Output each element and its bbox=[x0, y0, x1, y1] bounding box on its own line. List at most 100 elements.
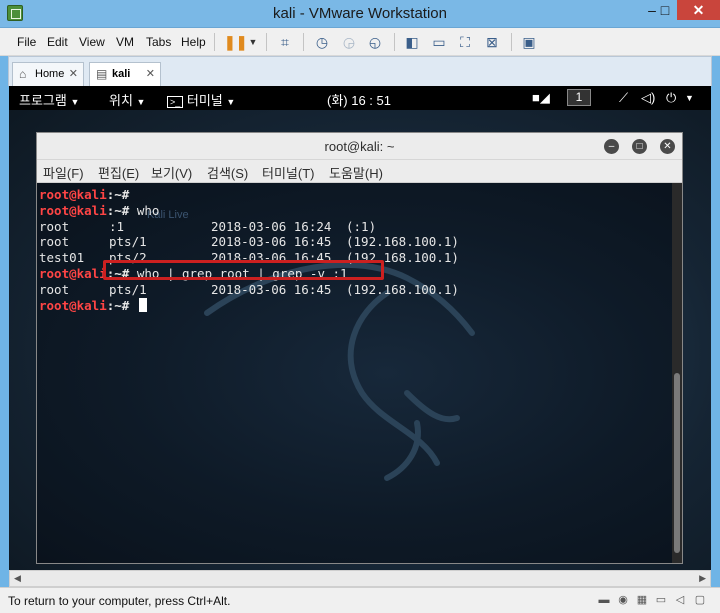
who-date: 2018-03-06 16:45 bbox=[211, 234, 332, 250]
menu-file[interactable]: 파일(F) bbox=[43, 163, 84, 182]
toolbar-separator bbox=[394, 33, 395, 51]
app-menu[interactable]: >_ 터미널 ▼ bbox=[167, 90, 235, 109]
command-text: who bbox=[129, 202, 160, 218]
tab-kali[interactable]: ▤ kali ✕ bbox=[89, 62, 161, 86]
send-ctrl-alt-del-icon[interactable]: ⌗ bbox=[276, 33, 294, 51]
chevron-down-icon: ▼ bbox=[70, 97, 80, 107]
maximize-button[interactable]: □ bbox=[653, 0, 677, 20]
menu-edit[interactable]: 편집(E) bbox=[98, 163, 139, 182]
prompt-user: root@kali bbox=[39, 187, 107, 202]
who-date: 2018-03-06 16:24 bbox=[211, 218, 332, 234]
who-host: (192.168.100.1) bbox=[346, 234, 459, 250]
vmware-statusbar: To return to your computer, press Ctrl+A… bbox=[0, 587, 720, 613]
who-host: (:1) bbox=[346, 218, 377, 234]
places-menu[interactable]: 위치 ▼ bbox=[109, 90, 145, 109]
console-icon[interactable]: ▣ bbox=[520, 33, 538, 51]
network-icon[interactable]: ⟋ bbox=[619, 90, 628, 106]
who-date: 2018-03-06 16:45 bbox=[211, 281, 332, 297]
power-icon[interactable]: ⏻ bbox=[666, 90, 676, 106]
chevron-down-icon[interactable]: ▼ bbox=[244, 33, 262, 51]
menu-tabs[interactable]: Tabs bbox=[146, 35, 171, 49]
chevron-down-icon: ▼ bbox=[226, 97, 236, 107]
prompt-path: :~# bbox=[106, 297, 130, 313]
vmware-hscrollbar[interactable]: ◀ ▶ bbox=[9, 570, 711, 587]
network-adapter-icon[interactable]: ▦ bbox=[634, 593, 650, 607]
scroll-left-icon[interactable]: ◀ bbox=[14, 573, 21, 584]
home-icon: ⌂ bbox=[19, 67, 27, 81]
tab-home-label: Home bbox=[35, 68, 65, 80]
cd-rom-icon[interactable]: ◉ bbox=[615, 593, 631, 607]
prompt-path: :~# bbox=[106, 187, 130, 202]
menu-help[interactable]: 도움말(H) bbox=[329, 163, 383, 182]
close-button[interactable]: ✕ bbox=[660, 139, 675, 154]
toolbar-separator bbox=[303, 33, 304, 51]
chevron-down-icon[interactable]: ▼ bbox=[685, 93, 694, 103]
vm-icon: ▤ bbox=[96, 67, 108, 81]
sound-icon[interactable]: ◁ bbox=[672, 593, 688, 607]
prompt-user: root@kali bbox=[39, 297, 107, 313]
close-button[interactable]: ✕ bbox=[677, 0, 720, 20]
window-title: kali - VMware Workstation bbox=[273, 5, 447, 22]
console-view-icon[interactable]: ▭ bbox=[430, 33, 448, 51]
who-user: root bbox=[39, 218, 70, 234]
tab-home[interactable]: ⌂ Home ✕ bbox=[12, 62, 84, 86]
menu-view[interactable]: View bbox=[79, 35, 105, 49]
vmware-tabbar: ⌂ Home ✕ ▤ kali ✕ bbox=[8, 56, 712, 86]
clock[interactable]: (화) 16 : 51 bbox=[327, 90, 391, 109]
menu-vm[interactable]: VM bbox=[116, 35, 134, 49]
prompt-path: :~# bbox=[106, 202, 130, 218]
pause-icon[interactable]: ❚❚ bbox=[224, 33, 247, 51]
terminal-output[interactable]: Kali Live root@kali:~# root@kali:~# who ro… bbox=[37, 183, 672, 563]
close-icon[interactable]: ✕ bbox=[69, 67, 78, 80]
menu-search[interactable]: 검색(S) bbox=[207, 163, 248, 182]
terminal-window[interactable]: root@kali: ~ – □ ✕ 파일(F) 편집(E) 보기(V) 검색(… bbox=[36, 132, 683, 564]
vmware-menubar: File Edit View VM Tabs Help ❚❚ ▼ ⌗ ◷ ◶ ◵… bbox=[0, 28, 720, 56]
close-icon[interactable]: ✕ bbox=[146, 67, 155, 80]
toolbar-separator bbox=[214, 33, 215, 51]
prompt-user: root@kali bbox=[39, 202, 107, 218]
menu-help[interactable]: Help bbox=[181, 35, 206, 49]
prompt-user: root@kali bbox=[39, 266, 107, 281]
app-label: 터미널 bbox=[186, 93, 223, 108]
who-user: root bbox=[39, 234, 70, 250]
activities-menu[interactable]: 프로그램 ▼ bbox=[19, 90, 79, 109]
snapshot-manager-icon[interactable]: ◵ bbox=[366, 33, 384, 51]
tab-kali-label: kali bbox=[112, 68, 131, 80]
who-tty: pts/1 bbox=[109, 234, 147, 250]
snapshot-revert-icon[interactable]: ◶ bbox=[340, 33, 358, 51]
menu-terminal[interactable]: 터미널(T) bbox=[262, 163, 314, 182]
menu-file[interactable]: File bbox=[17, 35, 36, 49]
prompt-line: root@kali:~# bbox=[39, 187, 129, 203]
guest-screen[interactable]: 프로그램 ▼ 위치 ▼ >_ 터미널 ▼ (화) 16 : 51 ■◢ 1 ⟋ … bbox=[9, 86, 711, 570]
terminal-menubar: 파일(F) 편집(E) 보기(V) 검색(S) 터미널(T) 도움말(H) bbox=[37, 160, 682, 183]
command-text bbox=[129, 298, 137, 313]
vmware-titlebar: kali - VMware Workstation – □ ✕ bbox=[0, 0, 720, 28]
prompt-line: root@kali:~# who bbox=[39, 203, 159, 219]
highlight-box bbox=[103, 260, 384, 280]
status-text: To return to your computer, press Ctrl+A… bbox=[8, 594, 231, 608]
unity-icon[interactable]: ⊠ bbox=[483, 33, 501, 51]
who-tty: pts/1 bbox=[109, 281, 147, 297]
menu-view[interactable]: 보기(V) bbox=[151, 163, 192, 182]
terminal-titlebar[interactable]: root@kali: ~ – □ ✕ bbox=[37, 133, 682, 160]
workspace-indicator[interactable]: 1 bbox=[567, 89, 591, 106]
who-user: root bbox=[39, 281, 70, 297]
minimize-button[interactable]: – bbox=[604, 139, 619, 154]
scroll-right-icon[interactable]: ▶ bbox=[699, 573, 706, 584]
hard-disk-icon[interactable]: ▬ bbox=[596, 593, 612, 607]
full-screen-icon[interactable]: ⛶ bbox=[456, 33, 474, 51]
prompt-line: root@kali:~# bbox=[39, 297, 147, 314]
terminal-scrollbar[interactable] bbox=[672, 183, 682, 563]
activities-label: 프로그램 bbox=[19, 93, 67, 108]
usb-icon[interactable]: ▭ bbox=[653, 593, 669, 607]
video-camera-icon[interactable]: ■◢ bbox=[532, 90, 550, 106]
menu-edit[interactable]: Edit bbox=[47, 35, 68, 49]
snapshot-take-icon[interactable]: ◷ bbox=[313, 33, 331, 51]
text-cursor bbox=[138, 297, 147, 312]
scroll-thumb[interactable] bbox=[674, 373, 680, 553]
maximize-button[interactable]: □ bbox=[632, 139, 647, 154]
toolbar-separator bbox=[266, 33, 267, 51]
library-icon[interactable]: ◧ bbox=[403, 33, 421, 51]
volume-icon[interactable]: ◁) bbox=[641, 90, 655, 106]
display-icon[interactable]: ▢ bbox=[692, 593, 708, 607]
